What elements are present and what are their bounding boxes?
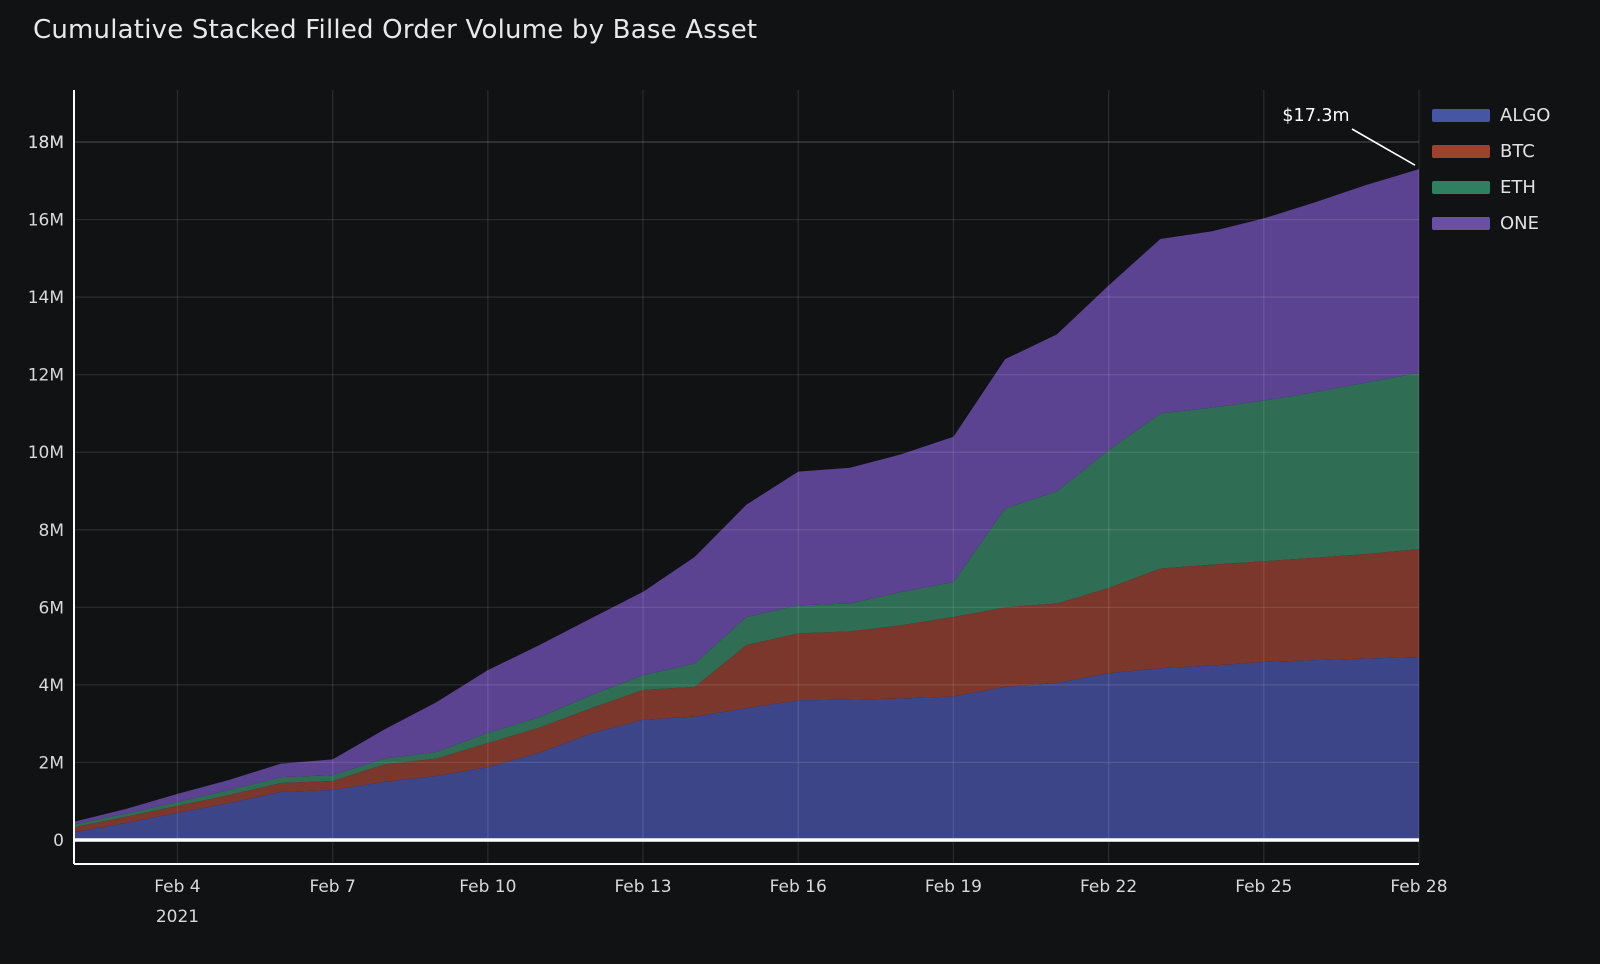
legend-swatch-eth	[1432, 181, 1490, 194]
y-tick-label: 10M	[28, 443, 64, 463]
legend-label-eth: ETH	[1500, 179, 1536, 197]
stacked-area-chart-canvas[interactable]: 02M4M6M8M10M12M14M16M18M18MFeb 42021Feb …	[0, 0, 1600, 964]
x-tick-label: Feb 10	[459, 877, 516, 897]
x-tick-label: Feb 19	[925, 877, 982, 897]
x-tick-label: Feb 22	[1080, 877, 1137, 897]
x-tick-label: Feb 7	[309, 877, 355, 897]
legend-item-algo[interactable]: ALGO	[1432, 104, 1550, 127]
annotation-label: $17.3m	[1282, 106, 1349, 126]
y-tick-label: 0	[53, 831, 64, 851]
x-tick-label: Feb 28	[1390, 877, 1447, 897]
annotation-group: $17.3m	[1282, 106, 1415, 165]
legend-swatch-one	[1432, 217, 1490, 230]
y-tick-label: 8M	[39, 521, 64, 541]
x-tick-label: Feb 16	[770, 877, 827, 897]
y-tick-label: 2M	[39, 753, 64, 773]
legend-label-one: ONE	[1500, 215, 1539, 233]
legend: ALGO BTC ETH ONE	[1432, 104, 1550, 248]
annotation-arrow-line	[1352, 129, 1415, 165]
legend-swatch-algo	[1432, 109, 1490, 122]
legend-label-btc: BTC	[1500, 143, 1535, 161]
y-tick-label: 16M	[28, 211, 64, 231]
legend-item-one[interactable]: ONE	[1432, 212, 1550, 235]
y-tick-label: 12M	[28, 366, 64, 386]
x-tick-label: Feb 4	[154, 877, 200, 897]
y-tick-label: 14M	[28, 288, 64, 308]
legend-label-algo: ALGO	[1500, 107, 1550, 125]
legend-swatch-btc	[1432, 145, 1490, 158]
x-tick-label: Feb 25	[1235, 877, 1292, 897]
legend-item-btc[interactable]: BTC	[1432, 140, 1550, 163]
y-tick-label: 18M	[28, 133, 64, 153]
y-tick-label: 4M	[39, 676, 64, 696]
x-tick-label: Feb 13	[614, 877, 671, 897]
legend-item-eth[interactable]: ETH	[1432, 176, 1550, 199]
area-series-layer[interactable]	[74, 169, 1419, 840]
x-tick-year-label: 2021	[156, 907, 199, 927]
y-tick-label: 6M	[39, 598, 64, 618]
